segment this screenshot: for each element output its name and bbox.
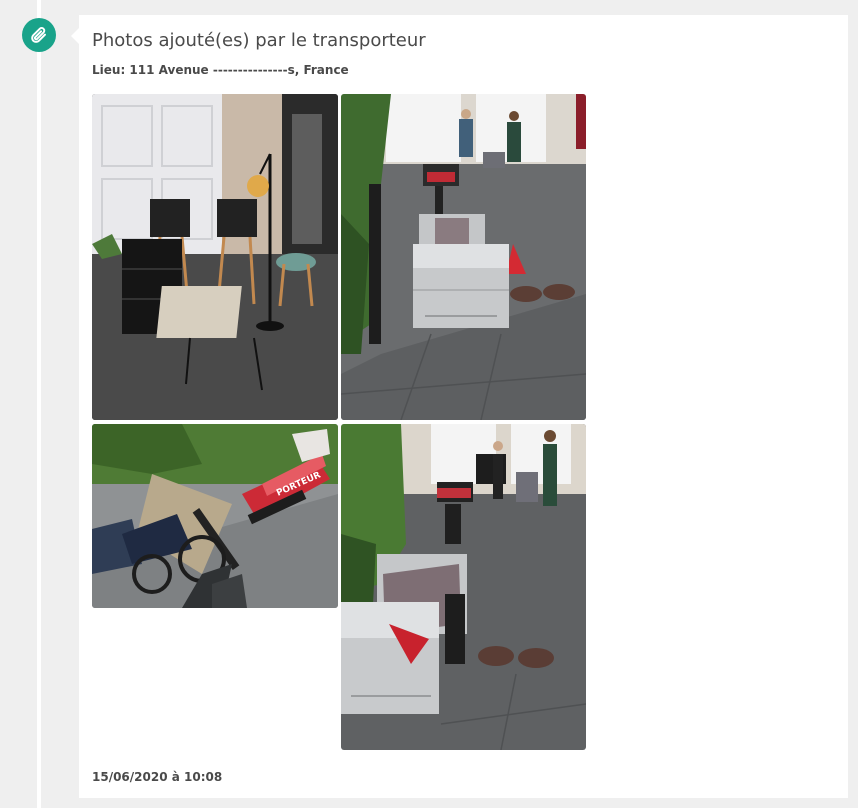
photo-thumbnail-bike-side[interactable]: PORTEUR (92, 424, 338, 608)
timeline-line (37, 0, 41, 808)
event-timestamp: 15/06/2020 à 10:08 (92, 770, 223, 784)
event-location: Lieu: 111 Avenue ---------------s, Franc… (92, 63, 349, 77)
paperclip-icon (31, 27, 46, 43)
photo-thumbnail-trailer-rear[interactable] (341, 94, 586, 420)
card-pointer (71, 28, 79, 44)
event-title: Photos ajouté(es) par le transporteur (92, 30, 426, 51)
event-type-badge (22, 18, 56, 52)
timeline-event-card: Photos ajouté(es) par le transporteur Li… (79, 15, 848, 798)
photo-thumbnail-trailer-front[interactable] (341, 424, 586, 750)
photo-thumbnail-furniture[interactable] (92, 94, 338, 420)
